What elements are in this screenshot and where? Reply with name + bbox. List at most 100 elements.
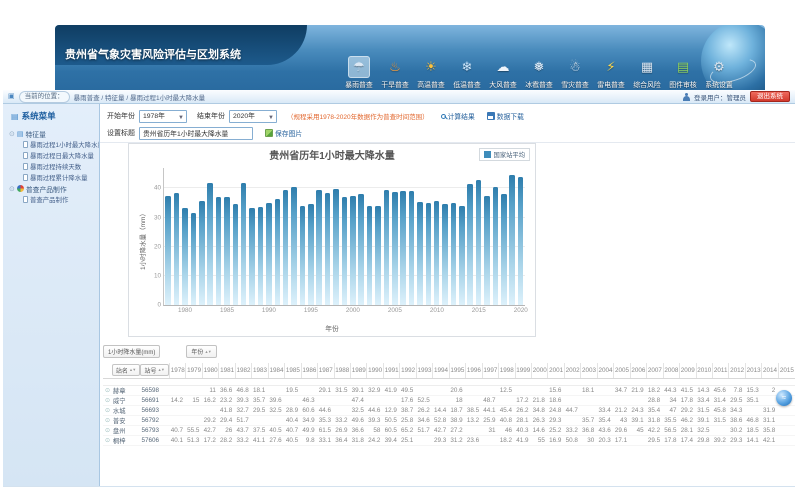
x-axis-title: 年份 [129,323,535,333]
row-expander-icon[interactable]: ⊙ [103,425,112,435]
calc-result-button[interactable]: 计算结果 [441,111,475,121]
value-cell: 26.2 [416,405,432,415]
expander-icon: ⊙ [9,185,15,193]
year-column-header[interactable]: 1984 [268,363,284,378]
value-cell: 46 [499,425,515,435]
year-column-header[interactable]: 2000 [531,363,547,378]
year-column-header[interactable]: 2013 [745,363,761,378]
nav-item-comprehensive-risk[interactable]: ▦综合风险 [629,56,665,90]
year-column-header[interactable]: 2014 [762,363,778,378]
location-label: 当前的位置： [19,91,70,103]
floating-badge-icon[interactable]: ≈ [776,390,792,406]
year-column-header[interactable]: 2011 [712,363,728,378]
tree-item-survey-product-making[interactable]: 普查产品制作 [23,194,99,205]
row-expander-icon[interactable]: ⊙ [103,415,112,425]
year-column-header[interactable]: 2007 [647,363,663,378]
tree-item-duration-days[interactable]: 暴雨过程持续天数 [23,161,99,172]
save-disk-icon [487,112,495,120]
save-image-button[interactable]: 保存图片 [265,128,302,138]
year-column-header[interactable]: 1993 [416,363,432,378]
year-column-header[interactable]: 2003 [581,363,597,378]
tree-node-survey-products[interactable]: ⊙普查产品制作 [9,183,99,194]
end-year-select[interactable]: 2020年 ▼ [229,110,277,123]
year-column-header[interactable]: 2006 [630,363,646,378]
value-cell: 18.6 [548,395,564,405]
value-cell [170,415,186,425]
nav-item-system-settings[interactable]: ⚙系统设置 [701,56,737,90]
nav-item-high-temp[interactable]: ☀高温普查 [413,56,449,90]
year-column-header[interactable]: 1979 [186,363,202,378]
year-column-header[interactable]: 2004 [597,363,613,378]
nav-item-rainstorm[interactable]: ☂暴雨普查 [341,56,377,90]
tree-item-hourly-max-precip[interactable]: 暴雨过程1小时最大降水量 [23,139,99,150]
year-column-header[interactable]: 1980 [202,363,218,378]
value-cell: 32.5 [696,425,712,435]
row-expander-icon[interactable]: ⊙ [103,405,112,415]
year-column-header[interactable]: 1997 [482,363,498,378]
data-download-button[interactable]: 数据下载 [487,111,524,121]
year-column-header[interactable]: 1988 [334,363,350,378]
year-column-header[interactable]: 2009 [680,363,696,378]
year-column-header[interactable]: 1978 [170,363,186,378]
value-cell [712,425,728,435]
year-column-header[interactable]: 1987 [318,363,334,378]
nav-item-map-review[interactable]: ▤图件审核 [665,56,701,90]
year-column-header[interactable]: 1985 [285,363,301,378]
bar-slot [307,168,315,305]
year-field-chip[interactable]: 年份 ▴▾ [186,345,217,358]
year-column-header[interactable]: 1991 [383,363,399,378]
value-cell: 35.4 [597,415,613,425]
value-cell: 39.1 [350,385,366,395]
row-expander-icon[interactable]: ⊙ [103,395,112,405]
year-column-header[interactable]: 1994 [433,363,449,378]
year-column-header[interactable]: 1990 [367,363,383,378]
tree-item-label: 暴雨过程累计降水量 [30,173,88,182]
year-column-header[interactable]: 2012 [729,363,745,378]
nav-item-hail[interactable]: ❅冰雹普查 [521,56,557,90]
year-column-header[interactable]: 1989 [350,363,366,378]
tree-item-accumulated-precip[interactable]: 暴雨过程累计降水量 [23,172,99,183]
value-cell: 20.6 [449,385,465,395]
value-cell: 40.1 [170,435,186,445]
year-column-header[interactable]: 1996 [466,363,482,378]
year-column-header[interactable]: 1983 [252,363,268,378]
user-icon [682,92,690,101]
year-column-header[interactable]: 2008 [663,363,679,378]
station-id-header-chip[interactable]: 站号▴▾ [140,364,169,376]
nav-item-drought[interactable]: ♨干旱普查 [377,56,413,90]
year-column-header[interactable]: 1992 [400,363,416,378]
year-column-header[interactable]: 1995 [449,363,465,378]
year-column-header[interactable]: 2002 [564,363,580,378]
bar-slot [298,168,306,305]
bar [400,191,406,305]
logout-button[interactable]: 退出系统 [750,91,790,102]
value-cell: 29.5 [647,435,663,445]
tree-node-feature-values[interactable]: ⊙▤特征量 [9,128,99,139]
year-column-header[interactable]: 1981 [219,363,235,378]
nav-item-wind[interactable]: ☁大风普查 [485,56,521,90]
range-hint: （规程采用1978-2020年数据作为普查时间范围） [287,111,429,121]
year-column-header[interactable]: 1986 [301,363,317,378]
year-column-header[interactable]: 2015 [778,363,795,378]
nav-item-lightning[interactable]: ⚡雷电普查 [593,56,629,90]
start-year-select[interactable]: 1978年 ▼ [139,110,187,123]
bar-series [164,168,525,305]
chart-title-input[interactable] [139,127,253,140]
row-expander-icon[interactable]: ⊙ [103,435,112,445]
year-column-header[interactable]: 2010 [696,363,712,378]
nav-item-label: 低温普查 [450,79,483,89]
measure-chip[interactable]: 1小时降水量(mm) [103,345,160,358]
nav-item-low-temp[interactable]: ❄低温普查 [449,56,485,90]
station-name-header-chip[interactable]: 站名▴▾ [112,364,141,376]
year-column-header[interactable]: 2005 [614,363,630,378]
row-expander-icon[interactable]: ⊙ [103,385,112,395]
year-column-header[interactable]: 1999 [515,363,531,378]
year-column-header[interactable]: 1982 [235,363,251,378]
end-year-label: 结束年份 [197,111,225,121]
tree-item-daily-max-precip[interactable]: 暴雨过程日最大降水量 [23,150,99,161]
value-cell: 60.5 [383,425,399,435]
nav-item-snow[interactable]: ☃雪灾普查 [557,56,593,90]
year-column-header[interactable]: 2001 [548,363,564,378]
year-column-header[interactable]: 1998 [499,363,515,378]
bar [518,177,524,305]
